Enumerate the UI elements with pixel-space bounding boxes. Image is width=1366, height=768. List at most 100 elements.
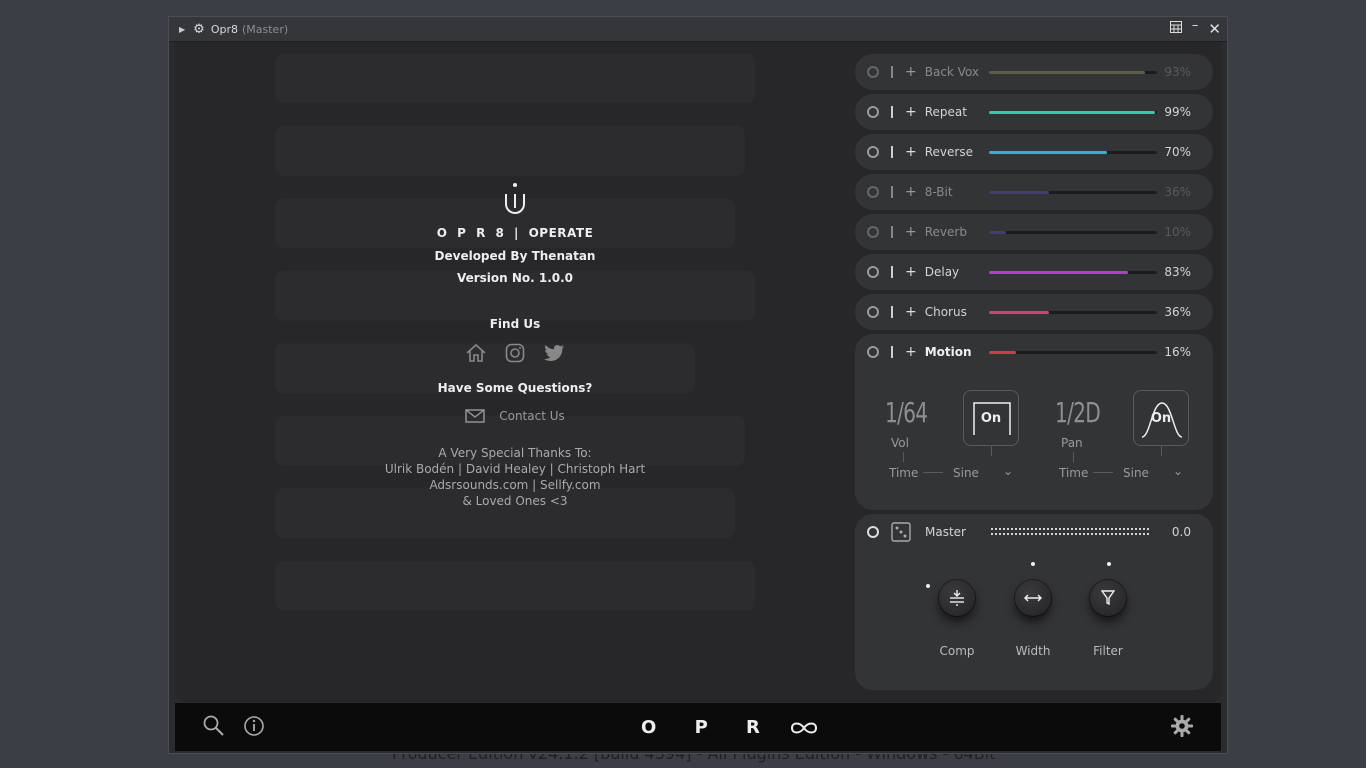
- chorus-bypass-icon[interactable]: [891, 306, 893, 318]
- motion-slider[interactable]: [989, 350, 1157, 354]
- find-us-heading: Find Us: [489, 317, 541, 331]
- delay-bypass-icon[interactable]: [891, 266, 893, 278]
- delay-value: 83%: [1164, 265, 1191, 279]
- pan-label: Pan: [1061, 436, 1083, 450]
- plugin-gear-icon[interactable]: ⚙: [193, 22, 205, 37]
- compress-icon: [950, 590, 964, 606]
- close-icon[interactable]: ✕: [1208, 20, 1221, 38]
- filter-label: Filter: [1093, 644, 1123, 658]
- search-icon[interactable]: [203, 715, 225, 737]
- back-vox-expand-icon[interactable]: +: [905, 64, 917, 80]
- vol-rate[interactable]: 1/64: [885, 396, 928, 429]
- vol-mode[interactable]: Time: [889, 466, 918, 480]
- chorus-enable-toggle[interactable]: [867, 306, 879, 318]
- repeat-value: 99%: [1164, 105, 1191, 119]
- thanks-names: Ulrik Bodén | David Healey | Christoph H…: [384, 462, 646, 476]
- reverse-enable-toggle[interactable]: [867, 146, 879, 158]
- info-icon[interactable]: [243, 715, 265, 737]
- filter-indicator-dot: [1107, 562, 1111, 566]
- delay-slider[interactable]: [989, 270, 1157, 274]
- fx-row-reverb: + Reverb 10%: [855, 214, 1213, 250]
- questions-heading: Have Some Questions?: [437, 381, 593, 395]
- pan-mode[interactable]: Time: [1059, 466, 1088, 480]
- version-label: Version No. 1.0.0: [456, 271, 574, 285]
- reverb-enable-toggle[interactable]: [867, 226, 879, 238]
- delay-enable-toggle[interactable]: [867, 266, 879, 278]
- reverb-expand-icon[interactable]: +: [905, 224, 917, 240]
- back-vox-slider[interactable]: [989, 70, 1157, 74]
- comp-knob[interactable]: [939, 580, 975, 616]
- filter-knob[interactable]: [1090, 580, 1126, 616]
- 8-bit-slider[interactable]: [989, 190, 1157, 194]
- motion-label: Motion: [924, 345, 972, 359]
- master-section: Master 0.0 Comp Width Filter: [855, 514, 1213, 690]
- motion-section: + Motion 16% 1/64 Vol Time Sine ⌄ On 1/2…: [855, 334, 1213, 510]
- reverb-value: 10%: [1164, 225, 1191, 239]
- motion-slider-fill: [989, 350, 1016, 354]
- grid-icon[interactable]: [1169, 21, 1182, 37]
- plugin-body: O P R 8 | OPERATE Developed By Thenatan …: [175, 42, 1221, 702]
- expand-arrow-icon[interactable]: ▶: [179, 25, 185, 34]
- reverb-bypass-icon[interactable]: [891, 226, 893, 238]
- back-vox-value: 93%: [1164, 65, 1191, 79]
- reverse-expand-icon[interactable]: +: [905, 144, 917, 160]
- pan-button-connector: [1161, 446, 1162, 456]
- master-level-meter: [991, 528, 1149, 535]
- pan-shape-chevron-down-icon[interactable]: ⌄: [1173, 464, 1183, 478]
- instagram-icon[interactable]: [505, 343, 525, 363]
- pan-on-button[interactable]: On: [1133, 390, 1189, 446]
- dice-icon[interactable]: [891, 522, 911, 542]
- vol-mode-divider: [923, 472, 943, 473]
- repeat-enable-toggle[interactable]: [867, 106, 879, 118]
- delay-expand-icon[interactable]: +: [905, 264, 917, 280]
- reverse-bypass-icon[interactable]: [891, 146, 893, 158]
- master-enable-toggle[interactable]: [867, 526, 879, 538]
- back-vox-label: Back Vox: [924, 65, 980, 79]
- motion-expand-icon[interactable]: +: [905, 344, 917, 360]
- 8-bit-expand-icon[interactable]: +: [905, 184, 917, 200]
- pan-shape[interactable]: Sine: [1123, 466, 1149, 480]
- back-vox-enable-toggle[interactable]: [867, 66, 879, 78]
- chorus-expand-icon[interactable]: +: [905, 304, 917, 320]
- repeat-bypass-icon[interactable]: [891, 106, 893, 118]
- fx-row-8-bit: +8-Bit 36%: [855, 174, 1213, 210]
- fx-row-chorus: + Chorus 36%: [855, 294, 1213, 330]
- repeat-slider[interactable]: [989, 110, 1157, 114]
- thanks-loved: & Loved Ones <3: [462, 494, 568, 508]
- master-label: Master: [925, 525, 966, 539]
- back-vox-bypass-icon[interactable]: [891, 66, 893, 78]
- vol-shape-chevron-down-icon[interactable]: ⌄: [1003, 464, 1013, 478]
- vol-connector: [903, 452, 904, 462]
- about-section: O P R 8 | OPERATE Developed By Thenatan …: [345, 182, 685, 509]
- contact-us-link[interactable]: Contact Us: [345, 409, 685, 423]
- motion-enable-toggle[interactable]: [867, 346, 879, 358]
- twitter-icon[interactable]: [543, 343, 565, 363]
- vol-label: Vol: [891, 436, 909, 450]
- width-knob[interactable]: [1015, 580, 1051, 616]
- vol-modulator: 1/64 Vol Time Sine ⌄ On: [865, 390, 1019, 490]
- reverb-slider[interactable]: [989, 230, 1157, 234]
- reverse-slider[interactable]: [989, 150, 1157, 154]
- vol-shape[interactable]: Sine: [953, 466, 979, 480]
- vol-button-connector: [991, 446, 992, 456]
- window-title: Opr8: [210, 22, 238, 36]
- repeat-expand-icon[interactable]: +: [905, 104, 917, 120]
- chorus-slider[interactable]: [989, 310, 1157, 314]
- 8-bit-enable-toggle[interactable]: [867, 186, 879, 198]
- minimize-icon[interactable]: –: [1192, 18, 1199, 33]
- comp-label: Comp: [939, 644, 975, 658]
- credits: A Very Special Thanks To: Ulrik Bodén | …: [345, 445, 685, 509]
- delay-slider-fill: [989, 270, 1129, 274]
- home-icon[interactable]: [465, 343, 487, 363]
- pan-rate[interactable]: 1/2D: [1055, 396, 1101, 429]
- window-titlebar[interactable]: ▶ ⚙ Opr8 (Master) – ✕: [169, 17, 1227, 42]
- vol-on-button[interactable]: On: [963, 390, 1019, 446]
- settings-gear-icon[interactable]: [1171, 715, 1193, 737]
- width-indicator-dot: [1031, 562, 1035, 566]
- window-subtitle: (Master): [241, 22, 289, 36]
- 8-bit-bypass-icon[interactable]: [891, 186, 893, 198]
- social-links: [345, 343, 685, 363]
- pan-connector: [1073, 452, 1074, 462]
- thanks-sites: Adsrsounds.com | Sellfy.com: [429, 478, 601, 492]
- motion-bypass-icon[interactable]: [891, 346, 893, 358]
